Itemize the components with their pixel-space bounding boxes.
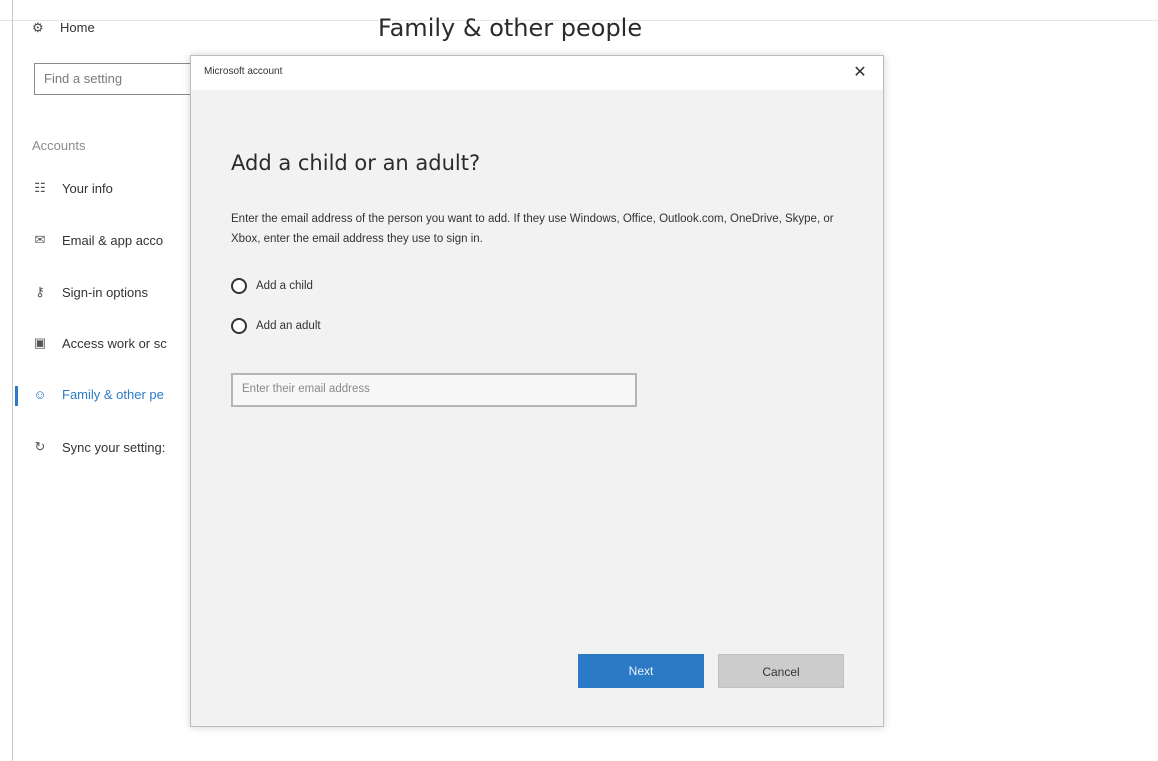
- radio-button[interactable]: [231, 278, 247, 294]
- active-item-indicator: [15, 386, 18, 406]
- mail-icon: ✉: [34, 232, 46, 247]
- home-nav-item[interactable]: ⚙ Home: [32, 20, 95, 35]
- page-title: Family & other people: [378, 14, 643, 42]
- home-label: Home: [60, 20, 95, 35]
- sidebar-item-label: Access work or sc: [62, 335, 167, 351]
- sidebar-item-family-other-people[interactable]: ☺ Family & other pe: [32, 387, 212, 402]
- dialog-heading: Add a child or an adult?: [231, 151, 481, 175]
- microsoft-account-dialog: Microsoft account ✕ Add a child or an ad…: [190, 55, 884, 727]
- dialog-titlebar: Microsoft account ✕: [191, 56, 883, 90]
- sidebar-item-label: Sign-in options: [62, 284, 148, 300]
- find-setting-input[interactable]: Find a setting: [34, 63, 210, 95]
- dialog-title: Microsoft account: [204, 66, 283, 77]
- sidebar-item-sign-in-options[interactable]: ⚷ Sign-in options: [32, 284, 212, 300]
- add-child-option[interactable]: Add a child: [231, 278, 313, 294]
- accounts-section-label: Accounts: [32, 138, 86, 153]
- sidebar-item-your-info[interactable]: ☷ Your info: [32, 180, 212, 196]
- sidebar-item-label: Sync your setting:: [62, 439, 166, 455]
- email-address-input[interactable]: Enter their email address: [231, 373, 637, 407]
- cancel-button[interactable]: Cancel: [718, 654, 844, 688]
- dialog-description: Enter the email address of the person yo…: [231, 213, 834, 245]
- sidebar-item-sync-settings[interactable]: ↻ Sync your setting:: [32, 439, 212, 455]
- sync-icon: ↻: [34, 439, 46, 454]
- person-card-icon: ☷: [34, 180, 46, 195]
- people-icon: ☺: [33, 387, 47, 402]
- sidebar-item-label: Email & app acco: [62, 232, 164, 248]
- radio-button[interactable]: [231, 318, 247, 334]
- option-label: Add an adult: [256, 320, 321, 332]
- option-label: Add a child: [256, 280, 313, 292]
- search-placeholder: Find a setting: [44, 71, 123, 86]
- next-button[interactable]: Next: [578, 654, 704, 688]
- close-icon[interactable]: ✕: [849, 62, 871, 84]
- key-icon: ⚷: [35, 284, 45, 299]
- add-adult-option[interactable]: Add an adult: [231, 318, 321, 334]
- email-placeholder: Enter their email address: [242, 383, 370, 395]
- briefcase-icon: ▣: [33, 335, 47, 350]
- sidebar-item-email-app-accounts[interactable]: ✉ Email & app acco: [32, 232, 212, 248]
- sidebar-item-label: Your info: [62, 180, 113, 196]
- gear-icon: ⚙: [32, 19, 44, 35]
- sidebar-item-access-work[interactable]: ▣ Access work or sc: [32, 335, 212, 351]
- sidebar-item-label: Family & other pe: [62, 387, 164, 402]
